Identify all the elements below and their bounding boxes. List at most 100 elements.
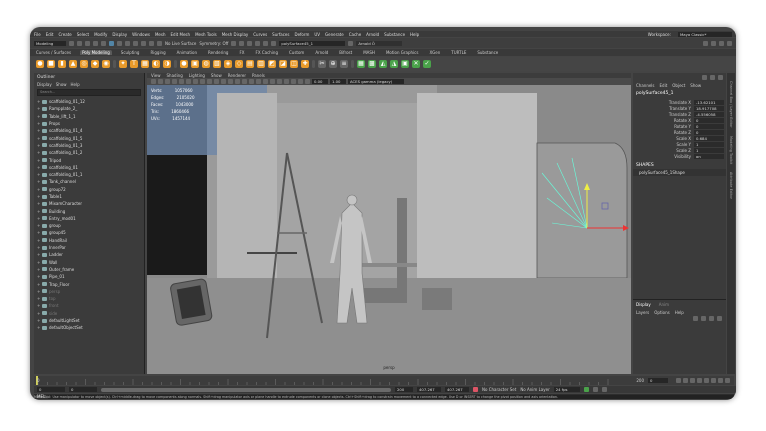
- shelf-tab-turtle[interactable]: TURTLE: [449, 50, 468, 55]
- xray-joints-icon[interactable]: [298, 79, 303, 84]
- current-frame-field[interactable]: 0: [648, 378, 668, 383]
- shelf-tab-fx-caching[interactable]: FX Caching: [254, 50, 280, 55]
- connect-icon[interactable]: ≡: [340, 60, 348, 68]
- wireframe-on-shaded-icon[interactable]: [235, 79, 240, 84]
- outliner-item[interactable]: + Table_lift_1_1: [34, 113, 144, 120]
- field-chart-icon[interactable]: [207, 79, 212, 84]
- range-end2-field[interactable]: 407.267: [445, 387, 469, 392]
- super-shape-icon[interactable]: ✦: [119, 60, 127, 68]
- hypershade-icon[interactable]: [255, 40, 261, 46]
- anti-aliasing-icon[interactable]: [277, 79, 282, 84]
- outliner-item[interactable]: + MixamCharacter: [34, 200, 144, 207]
- symmetry-dropdown[interactable]: Symmetry: Off: [199, 41, 228, 46]
- range-bar[interactable]: [101, 387, 391, 392]
- textured-icon[interactable]: [242, 79, 247, 84]
- menu-deform[interactable]: Deform: [294, 32, 309, 37]
- outliner-item[interactable]: + defaultLightSet: [34, 317, 144, 324]
- xray-components-icon[interactable]: [305, 79, 310, 84]
- shelf-tab-sculpting[interactable]: Sculpting: [119, 50, 142, 55]
- expand-icon[interactable]: +: [37, 143, 40, 148]
- go-to-start-icon[interactable]: [676, 378, 681, 383]
- poly-cylinder-icon[interactable]: ▮: [58, 60, 66, 68]
- expand-icon[interactable]: +: [37, 282, 40, 287]
- shelf-tab-poly-modeling[interactable]: Poly Modeling: [80, 50, 112, 55]
- camera-attributes-icon[interactable]: [158, 79, 163, 84]
- outliner-item[interactable]: + scaffolding_01_1: [34, 171, 144, 178]
- shelf-tab-animation[interactable]: Animation: [175, 50, 199, 55]
- shelf-tab-bifrost[interactable]: Bifrost: [337, 50, 354, 55]
- expand-icon[interactable]: +: [37, 136, 40, 141]
- mute-icon[interactable]: [718, 75, 723, 80]
- expand-icon[interactable]: +: [37, 289, 40, 294]
- range-start-field[interactable]: 0: [37, 387, 65, 392]
- outliner-search-input[interactable]: Search...: [37, 89, 141, 96]
- combine-icon[interactable]: ◐: [152, 60, 160, 68]
- render-settings-icon[interactable]: [247, 40, 253, 46]
- outliner-menu-help[interactable]: Help: [71, 82, 80, 87]
- select-by-object-icon[interactable]: [117, 40, 122, 46]
- shelf-tab-xgen[interactable]: XGen: [427, 50, 442, 55]
- merge-icon[interactable]: ✚: [301, 60, 309, 68]
- auto-seams-icon[interactable]: ◭: [379, 60, 387, 68]
- target-weld-icon[interactable]: ⊕: [329, 60, 337, 68]
- save-scene-icon[interactable]: [85, 40, 90, 46]
- poly-cone-icon[interactable]: ▲: [69, 60, 77, 68]
- character-set-dropdown[interactable]: No Character Set: [482, 387, 516, 392]
- shelf-tab-substance[interactable]: Substance: [475, 50, 500, 55]
- use-all-lights-icon[interactable]: [249, 79, 254, 84]
- bookmark-icon[interactable]: [165, 79, 170, 84]
- color-space-dropdown[interactable]: ACES gamma (legacy): [348, 79, 404, 84]
- menu-create[interactable]: Create: [58, 32, 71, 37]
- expand-icon[interactable]: +: [37, 216, 40, 221]
- shelf-tab-motion-graphics[interactable]: Motion Graphics: [384, 50, 421, 55]
- menu-file[interactable]: File: [34, 32, 41, 37]
- smooth-shade-icon[interactable]: [228, 79, 233, 84]
- uv-editor-icon[interactable]: ▦: [357, 60, 365, 68]
- menu-uv[interactable]: UV: [314, 32, 320, 37]
- outliner-item[interactable]: + scaffolding_01: [34, 164, 144, 171]
- shelf-tab-rigging[interactable]: Rigging: [148, 50, 167, 55]
- step-back-key-icon[interactable]: [683, 378, 688, 383]
- exposure-field[interactable]: 0.00: [312, 79, 328, 84]
- expand-icon[interactable]: +: [37, 238, 40, 243]
- expand-icon[interactable]: +: [37, 114, 40, 119]
- channel-box-toggle-icon[interactable]: [727, 40, 732, 46]
- menu-select[interactable]: Select: [77, 32, 89, 37]
- fps-dropdown[interactable]: 24 fps: [553, 387, 580, 392]
- layer-menu-options[interactable]: Options: [654, 310, 669, 315]
- render-view-icon[interactable]: [263, 40, 269, 46]
- expand-icon[interactable]: +: [37, 99, 40, 104]
- range-inner-start-field[interactable]: 0: [69, 387, 97, 392]
- settings-icon[interactable]: [711, 40, 716, 46]
- poly-torus-icon[interactable]: ◎: [80, 60, 88, 68]
- poly-disc-icon[interactable]: ◉: [102, 60, 110, 68]
- layout-uv-icon[interactable]: ▣: [401, 60, 409, 68]
- outliner-menu-display[interactable]: Display: [37, 82, 52, 87]
- bevel-icon[interactable]: ◩: [268, 60, 276, 68]
- scene-render[interactable]: [147, 73, 631, 374]
- move-layer-down-icon[interactable]: [701, 316, 706, 321]
- menu-surfaces[interactable]: Surfaces: [272, 32, 289, 37]
- expand-icon[interactable]: +: [37, 201, 40, 206]
- channel-menu-edit[interactable]: Edit: [660, 83, 668, 88]
- snap-grid-icon[interactable]: [133, 40, 138, 46]
- renderer-dropdown[interactable]: Arnold Ö: [356, 40, 403, 46]
- expand-icon[interactable]: +: [37, 325, 40, 330]
- retopo-icon[interactable]: ◈: [224, 60, 232, 68]
- sew-uv-icon[interactable]: ✓: [423, 60, 431, 68]
- boolean-icon[interactable]: ◍: [202, 60, 210, 68]
- append-poly-icon[interactable]: ◪: [279, 60, 287, 68]
- expand-icon[interactable]: +: [37, 172, 40, 177]
- input-line-icon[interactable]: [271, 40, 277, 46]
- live-surface-label[interactable]: No Live Surface: [165, 41, 196, 46]
- expand-icon[interactable]: +: [37, 311, 40, 316]
- channel-attribute-value[interactable]: 0: [694, 129, 724, 135]
- expand-icon[interactable]: +: [37, 158, 40, 163]
- menu-edit-mesh[interactable]: Edit Mesh: [171, 32, 191, 37]
- move-layer-up-icon[interactable]: [693, 316, 698, 321]
- expand-icon[interactable]: +: [37, 260, 40, 265]
- outliner-item[interactable]: + scaffolding_01_4: [34, 127, 144, 134]
- workspace-dropdown[interactable]: Maya Classic*: [678, 31, 732, 37]
- smooth-icon[interactable]: ●: [180, 60, 188, 68]
- pin-icon[interactable]: [702, 75, 707, 80]
